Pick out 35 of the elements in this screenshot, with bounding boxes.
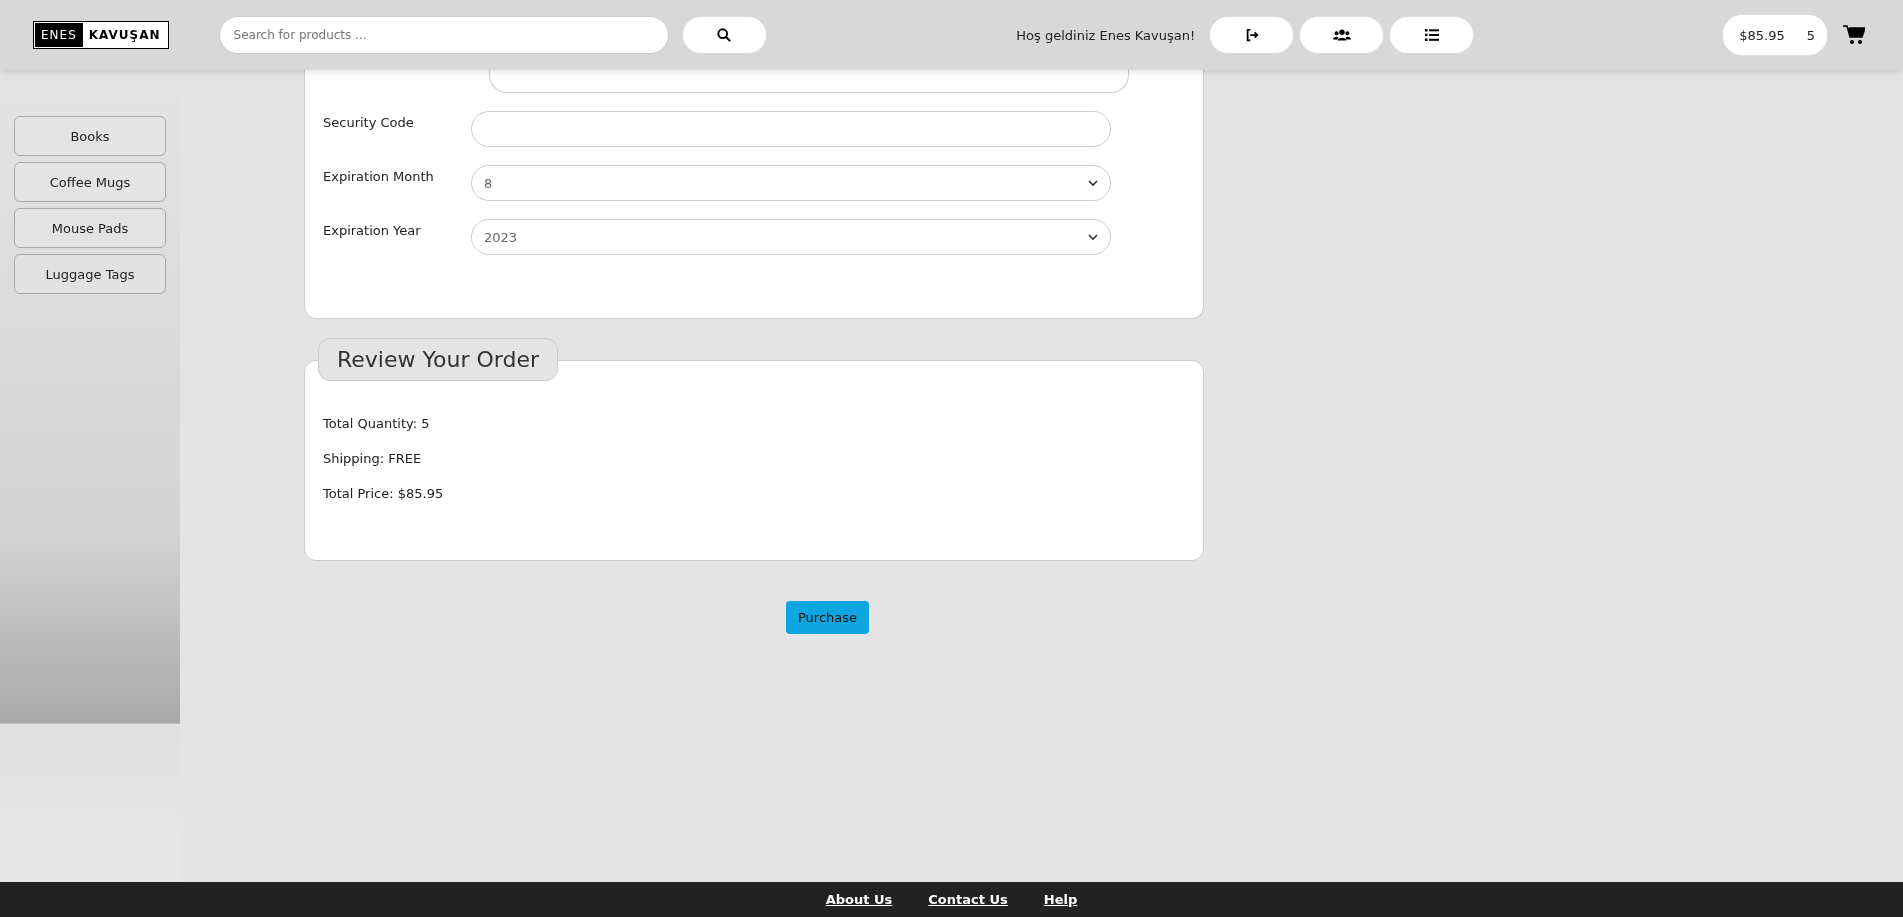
cart-count: 5 (1806, 27, 1815, 43)
category-button[interactable]: Mouse Pads (14, 208, 166, 248)
input-field[interactable] (489, 70, 1129, 93)
cart-total: $85.95 (1739, 27, 1785, 43)
cart-summary[interactable]: $85.95 5 (1722, 14, 1828, 56)
logo[interactable]: ENES KAVUŞAN (33, 21, 169, 49)
category-button[interactable]: Books (14, 116, 166, 156)
footer-link[interactable]: Contact Us (928, 892, 1008, 907)
select-field[interactable]: 2023 (471, 219, 1111, 255)
footer-link[interactable]: Help (1043, 892, 1078, 907)
summary-line: Shipping: FREE (323, 451, 423, 466)
search-field[interactable]: Search for products ... (218, 16, 669, 54)
users-icon (1332, 28, 1351, 42)
review-title: Review Your Order (318, 338, 558, 381)
welcome-text: Hoş geldiniz Enes Kavuşan! (1016, 27, 1196, 43)
category-button[interactable]: Luggage Tags (14, 254, 166, 294)
field-label: Security Code (323, 114, 415, 130)
search-icon (717, 28, 732, 42)
select-field[interactable]: 8 (471, 165, 1111, 201)
list-icon (1424, 29, 1439, 41)
chevron-icon (1088, 179, 1098, 187)
chevron-icon (1088, 233, 1098, 241)
field-label: Expiration Month (323, 168, 435, 184)
input-field[interactable] (471, 111, 1111, 147)
list-button[interactable] (1389, 16, 1475, 54)
logout-icon (1244, 28, 1259, 42)
category-button[interactable]: Coffee Mugs (14, 162, 166, 202)
cart-icon[interactable] (1843, 25, 1865, 45)
field-label: Expiration Year (323, 222, 422, 238)
footer-link[interactable]: About Us (825, 892, 893, 907)
users-button[interactable] (1299, 16, 1385, 54)
purchase-button[interactable]: Purchase (786, 601, 870, 634)
summary-line: Total Quantity: 5 (323, 416, 431, 431)
summary-line: Total Price: $85.95 (323, 486, 445, 501)
search-button[interactable] (681, 16, 767, 54)
